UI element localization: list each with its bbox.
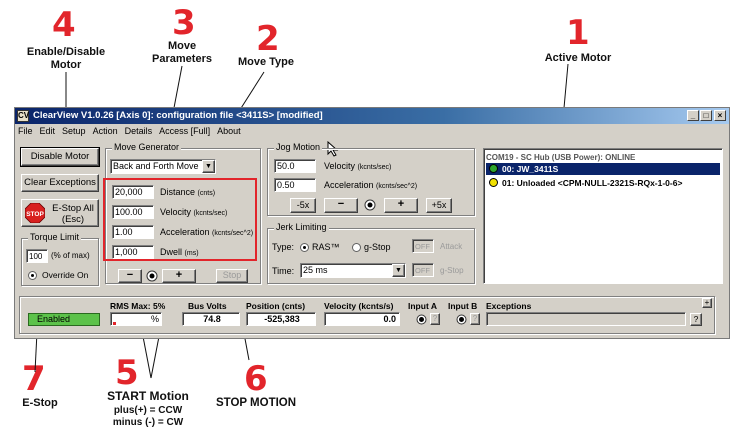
move-minus-button[interactable]: −: [118, 269, 142, 283]
menu-access[interactable]: Access [Full]: [159, 126, 210, 136]
menu-edit[interactable]: Edit: [40, 126, 56, 136]
jerk-type-label: Type:: [272, 242, 295, 252]
input-a-label: Input A: [408, 301, 437, 311]
motor-status-icon: [489, 178, 498, 187]
motor-list-panel[interactable]: COM19 - SC Hub (USB Power): ONLINE 00: J…: [483, 148, 723, 284]
ras-radio[interactable]: [300, 243, 309, 252]
expand-button[interactable]: +: [702, 298, 712, 308]
torque-limit-title: Torque Limit: [28, 232, 82, 242]
svg-text:STOP: STOP: [26, 211, 44, 218]
jog-minus-button[interactable]: −: [324, 198, 358, 213]
position-field: -525,383: [246, 312, 316, 326]
jog-velocity-label: Velocity (kcnts/sec): [324, 161, 392, 171]
menu-action[interactable]: Action: [93, 126, 118, 136]
title-bar: CV ClearView V1.0.26 [Axis 0]: configura…: [15, 108, 729, 124]
rms-label: RMS Max: 5%: [110, 301, 166, 311]
motor-1-label: 01: Unloaded <CPM-NULL-2321S-RQx-1-0-6>: [502, 178, 683, 188]
jerk-time-label: Time:: [272, 266, 295, 276]
motor-0-label: 00: JW_3411S: [502, 164, 559, 174]
maximize-button[interactable]: □: [700, 110, 712, 121]
menu-bar: File Edit Setup Action Details Access [Full] A…: [15, 125, 245, 138]
ras-label: RAS™: [312, 242, 340, 252]
move-parameters-highlight: [103, 178, 257, 261]
motor-row-0[interactable]: 00: JW_3411S: [486, 163, 720, 175]
input-b-indicator-icon: [456, 314, 467, 325]
jog-record-icon: [364, 199, 376, 211]
move-plus-button[interactable]: +: [162, 269, 196, 283]
estop-label-1: E-Stop All: [52, 203, 94, 214]
input-a-indicator-icon: [416, 314, 427, 325]
menu-details[interactable]: Details: [125, 126, 153, 136]
velocity-status-field: 0.0: [324, 312, 400, 326]
motor-status-icon: [489, 164, 498, 173]
clear-exceptions-button[interactable]: Clear Exceptions: [21, 174, 99, 192]
move-type-value: Back and Forth Move: [113, 161, 199, 171]
input-b-help-button[interactable]: ?: [470, 313, 480, 325]
close-button[interactable]: ×: [714, 110, 726, 121]
attack-input[interactable]: OFF: [412, 239, 434, 253]
clearview-window: CV ClearView V1.0.26 [Axis 0]: configura…: [14, 107, 730, 339]
torque-unit-label: (% of max): [51, 251, 90, 260]
minimize-button[interactable]: _: [687, 110, 699, 121]
velocity-status-label: Velocity (kcnts/s): [324, 301, 394, 311]
jerk-limiting-group: Jerk Limiting Type: RAS™ g-Stop OFF Atta…: [267, 222, 475, 284]
rms-field: %: [110, 312, 162, 326]
gstop-radio[interactable]: [352, 243, 361, 252]
menu-setup[interactable]: Setup: [62, 126, 86, 136]
enabled-indicator: Enabled: [28, 313, 100, 326]
motor-row-1[interactable]: 01: Unloaded <CPM-NULL-2321S-RQx-1-0-6>: [486, 177, 720, 189]
window-title: ClearView V1.0.26 [Axis 0]: configuratio…: [33, 110, 323, 121]
override-radio[interactable]: [28, 271, 37, 280]
override-label: Override On: [42, 270, 89, 280]
disable-motor-button[interactable]: Disable Motor: [20, 147, 100, 167]
torque-limit-input[interactable]: 100: [26, 249, 48, 263]
torque-limit-group: Torque Limit 100 (% of max) Override On: [21, 232, 99, 286]
input-a-help-button[interactable]: ?: [430, 313, 440, 325]
attack-label: Attack: [440, 242, 463, 251]
gstop-input[interactable]: OFF: [412, 263, 434, 277]
menu-file[interactable]: File: [18, 126, 33, 136]
exceptions-help-button[interactable]: ?: [690, 313, 702, 326]
bus-volts-field: 74.8: [182, 312, 240, 326]
bus-volts-label: Bus Volts: [188, 301, 227, 311]
move-stop-button[interactable]: Stop: [216, 269, 248, 283]
record-icon: [146, 270, 158, 282]
jog-acceleration-input[interactable]: 0.50: [274, 178, 316, 192]
exceptions-label: Exceptions: [486, 301, 532, 311]
input-b-label: Input B: [448, 301, 478, 311]
stop-sign-icon: STOP: [25, 203, 45, 223]
gstop-label: g-Stop: [364, 242, 391, 252]
jerk-limiting-title: Jerk Limiting: [274, 222, 329, 232]
estop-all-button[interactable]: STOP E-Stop All (Esc): [21, 199, 99, 227]
jog-minus-5x-button[interactable]: -5x: [290, 198, 316, 213]
move-type-select[interactable]: Back and Forth Move ▼: [110, 159, 216, 174]
jog-plus-5x-button[interactable]: +5x: [426, 198, 452, 213]
jerk-time-value: 25 ms: [303, 265, 328, 275]
time-chevron-down-icon[interactable]: ▼: [392, 264, 405, 277]
position-label: Position (cnts): [246, 301, 306, 311]
jog-velocity-input[interactable]: 50.0: [274, 159, 316, 173]
estop-label-2: (Esc): [61, 214, 85, 225]
rms-bar: [113, 322, 116, 325]
status-panel: Enabled RMS Max: 5% % Bus Volts 74.8 Pos…: [19, 296, 715, 334]
jog-acceleration-label: Acceleration (kcnts/sec^2): [324, 180, 418, 190]
jerk-time-select[interactable]: 25 ms ▼: [300, 263, 406, 278]
gstop-time-label: g-Stop: [440, 266, 464, 275]
jog-plus-button[interactable]: +: [384, 198, 418, 213]
jog-motion-title: Jog Motion: [274, 142, 323, 152]
menu-about[interactable]: About: [217, 126, 241, 136]
chevron-down-icon[interactable]: ▼: [202, 160, 215, 173]
move-generator-title: Move Generator: [112, 142, 182, 152]
app-icon: CV: [17, 110, 30, 122]
exceptions-field: [486, 312, 686, 326]
jog-motion-group: Jog Motion 50.0 Velocity (kcnts/sec) 0.5…: [267, 142, 475, 216]
